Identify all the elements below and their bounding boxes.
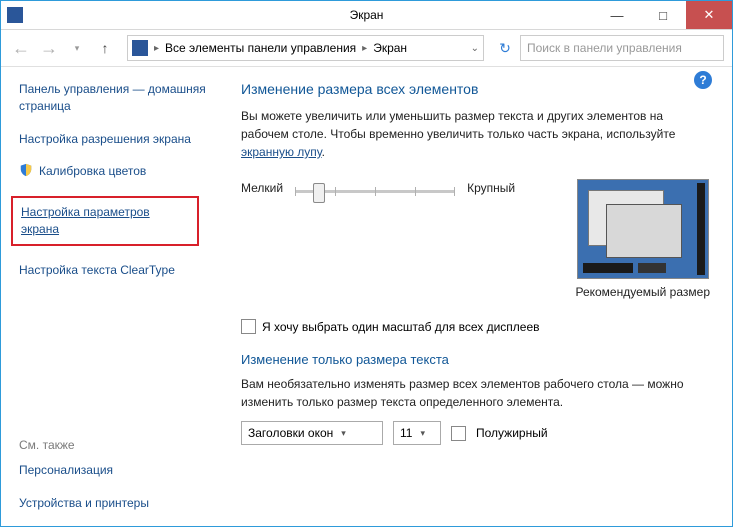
minimize-button[interactable]: — (594, 1, 640, 29)
up-button[interactable]: ↑ (93, 36, 117, 60)
heading-text-only: Изменение только размера текста (241, 352, 710, 367)
sidebar-cleartype-link[interactable]: Настройка текста ClearType (19, 262, 207, 279)
single-scale-checkbox[interactable] (241, 319, 256, 334)
app-icon (7, 7, 23, 23)
dropdown-value: 11 (400, 426, 412, 440)
magnifier-link[interactable]: экранную лупу (241, 145, 322, 159)
history-dropdown[interactable]: ▾ (65, 36, 89, 60)
sidebar-home-link[interactable]: Панель управления — домашняя страница (19, 81, 207, 115)
sidebar: Панель управления — домашняя страница На… (1, 67, 211, 526)
checkbox-label: Я хочу выбрать один масштаб для всех дис… (262, 320, 540, 334)
description-text: Вы можете увеличить или уменьшить размер… (241, 107, 710, 161)
recommended-label: Рекомендуемый размер (575, 285, 710, 299)
sidebar-item-label: Калибровка цветов (39, 163, 146, 180)
back-button[interactable]: ← (9, 36, 33, 60)
size-dropdown[interactable]: 11 ▾ (393, 421, 441, 445)
sidebar-resolution-link[interactable]: Настройка разрешения экрана (19, 131, 207, 148)
search-input[interactable]: Поиск в панели управления (520, 35, 724, 61)
slider-label-small: Мелкий (241, 179, 283, 195)
help-icon[interactable]: ? (694, 71, 712, 89)
slider-label-large: Крупный (467, 179, 515, 195)
close-button[interactable]: ✕ (686, 1, 732, 29)
forward-button[interactable]: → (37, 36, 61, 60)
dropdown-value: Заголовки окон (248, 426, 333, 440)
bold-label: Полужирный (476, 426, 548, 440)
sidebar-calibration-link[interactable]: Калибровка цветов (19, 163, 207, 180)
titlebar: Экран — □ ✕ (1, 1, 732, 30)
window-title: Экран (350, 8, 384, 22)
description-text-2: Вам необязательно изменять размер всех э… (241, 375, 710, 411)
breadcrumb[interactable]: ▸ Все элементы панели управления ▸ Экран… (127, 35, 484, 61)
chevron-right-icon: ▸ (362, 43, 367, 54)
size-slider[interactable] (295, 181, 455, 201)
refresh-button[interactable]: ↻ (494, 36, 516, 60)
shield-icon (19, 163, 33, 177)
chevron-down-icon: ▾ (341, 428, 346, 439)
sidebar-params-link[interactable]: Настройка параметров экрана (11, 196, 199, 246)
sidebar-personalization-link[interactable]: Персонализация (19, 462, 149, 479)
breadcrumb-item[interactable]: Экран (373, 41, 407, 55)
breadcrumb-dropdown[interactable]: ⌄ (471, 43, 479, 54)
chevron-down-icon: ▾ (420, 428, 425, 439)
main-content: ? Изменение размера всех элементов Вы мо… (211, 67, 732, 526)
breadcrumb-item[interactable]: Все элементы панели управления (165, 41, 356, 55)
bold-checkbox[interactable] (451, 426, 466, 441)
sidebar-devices-link[interactable]: Устройства и принтеры (19, 495, 149, 512)
navbar: ← → ▾ ↑ ▸ Все элементы панели управления… (1, 30, 732, 67)
desc-text: Вы можете увеличить или уменьшить размер… (241, 109, 675, 141)
see-also-title: См. также (19, 438, 149, 452)
see-also-section: См. также Персонализация Устройства и пр… (19, 438, 149, 512)
heading-resize-all: Изменение размера всех элементов (241, 81, 710, 97)
maximize-button[interactable]: □ (640, 1, 686, 29)
chevron-right-icon: ▸ (154, 43, 159, 54)
control-panel-icon (132, 40, 148, 56)
preview-image (577, 179, 709, 279)
slider-thumb[interactable] (313, 183, 325, 203)
element-dropdown[interactable]: Заголовки окон ▾ (241, 421, 383, 445)
sidebar-item-label: Настройка параметров экрана (21, 205, 150, 236)
